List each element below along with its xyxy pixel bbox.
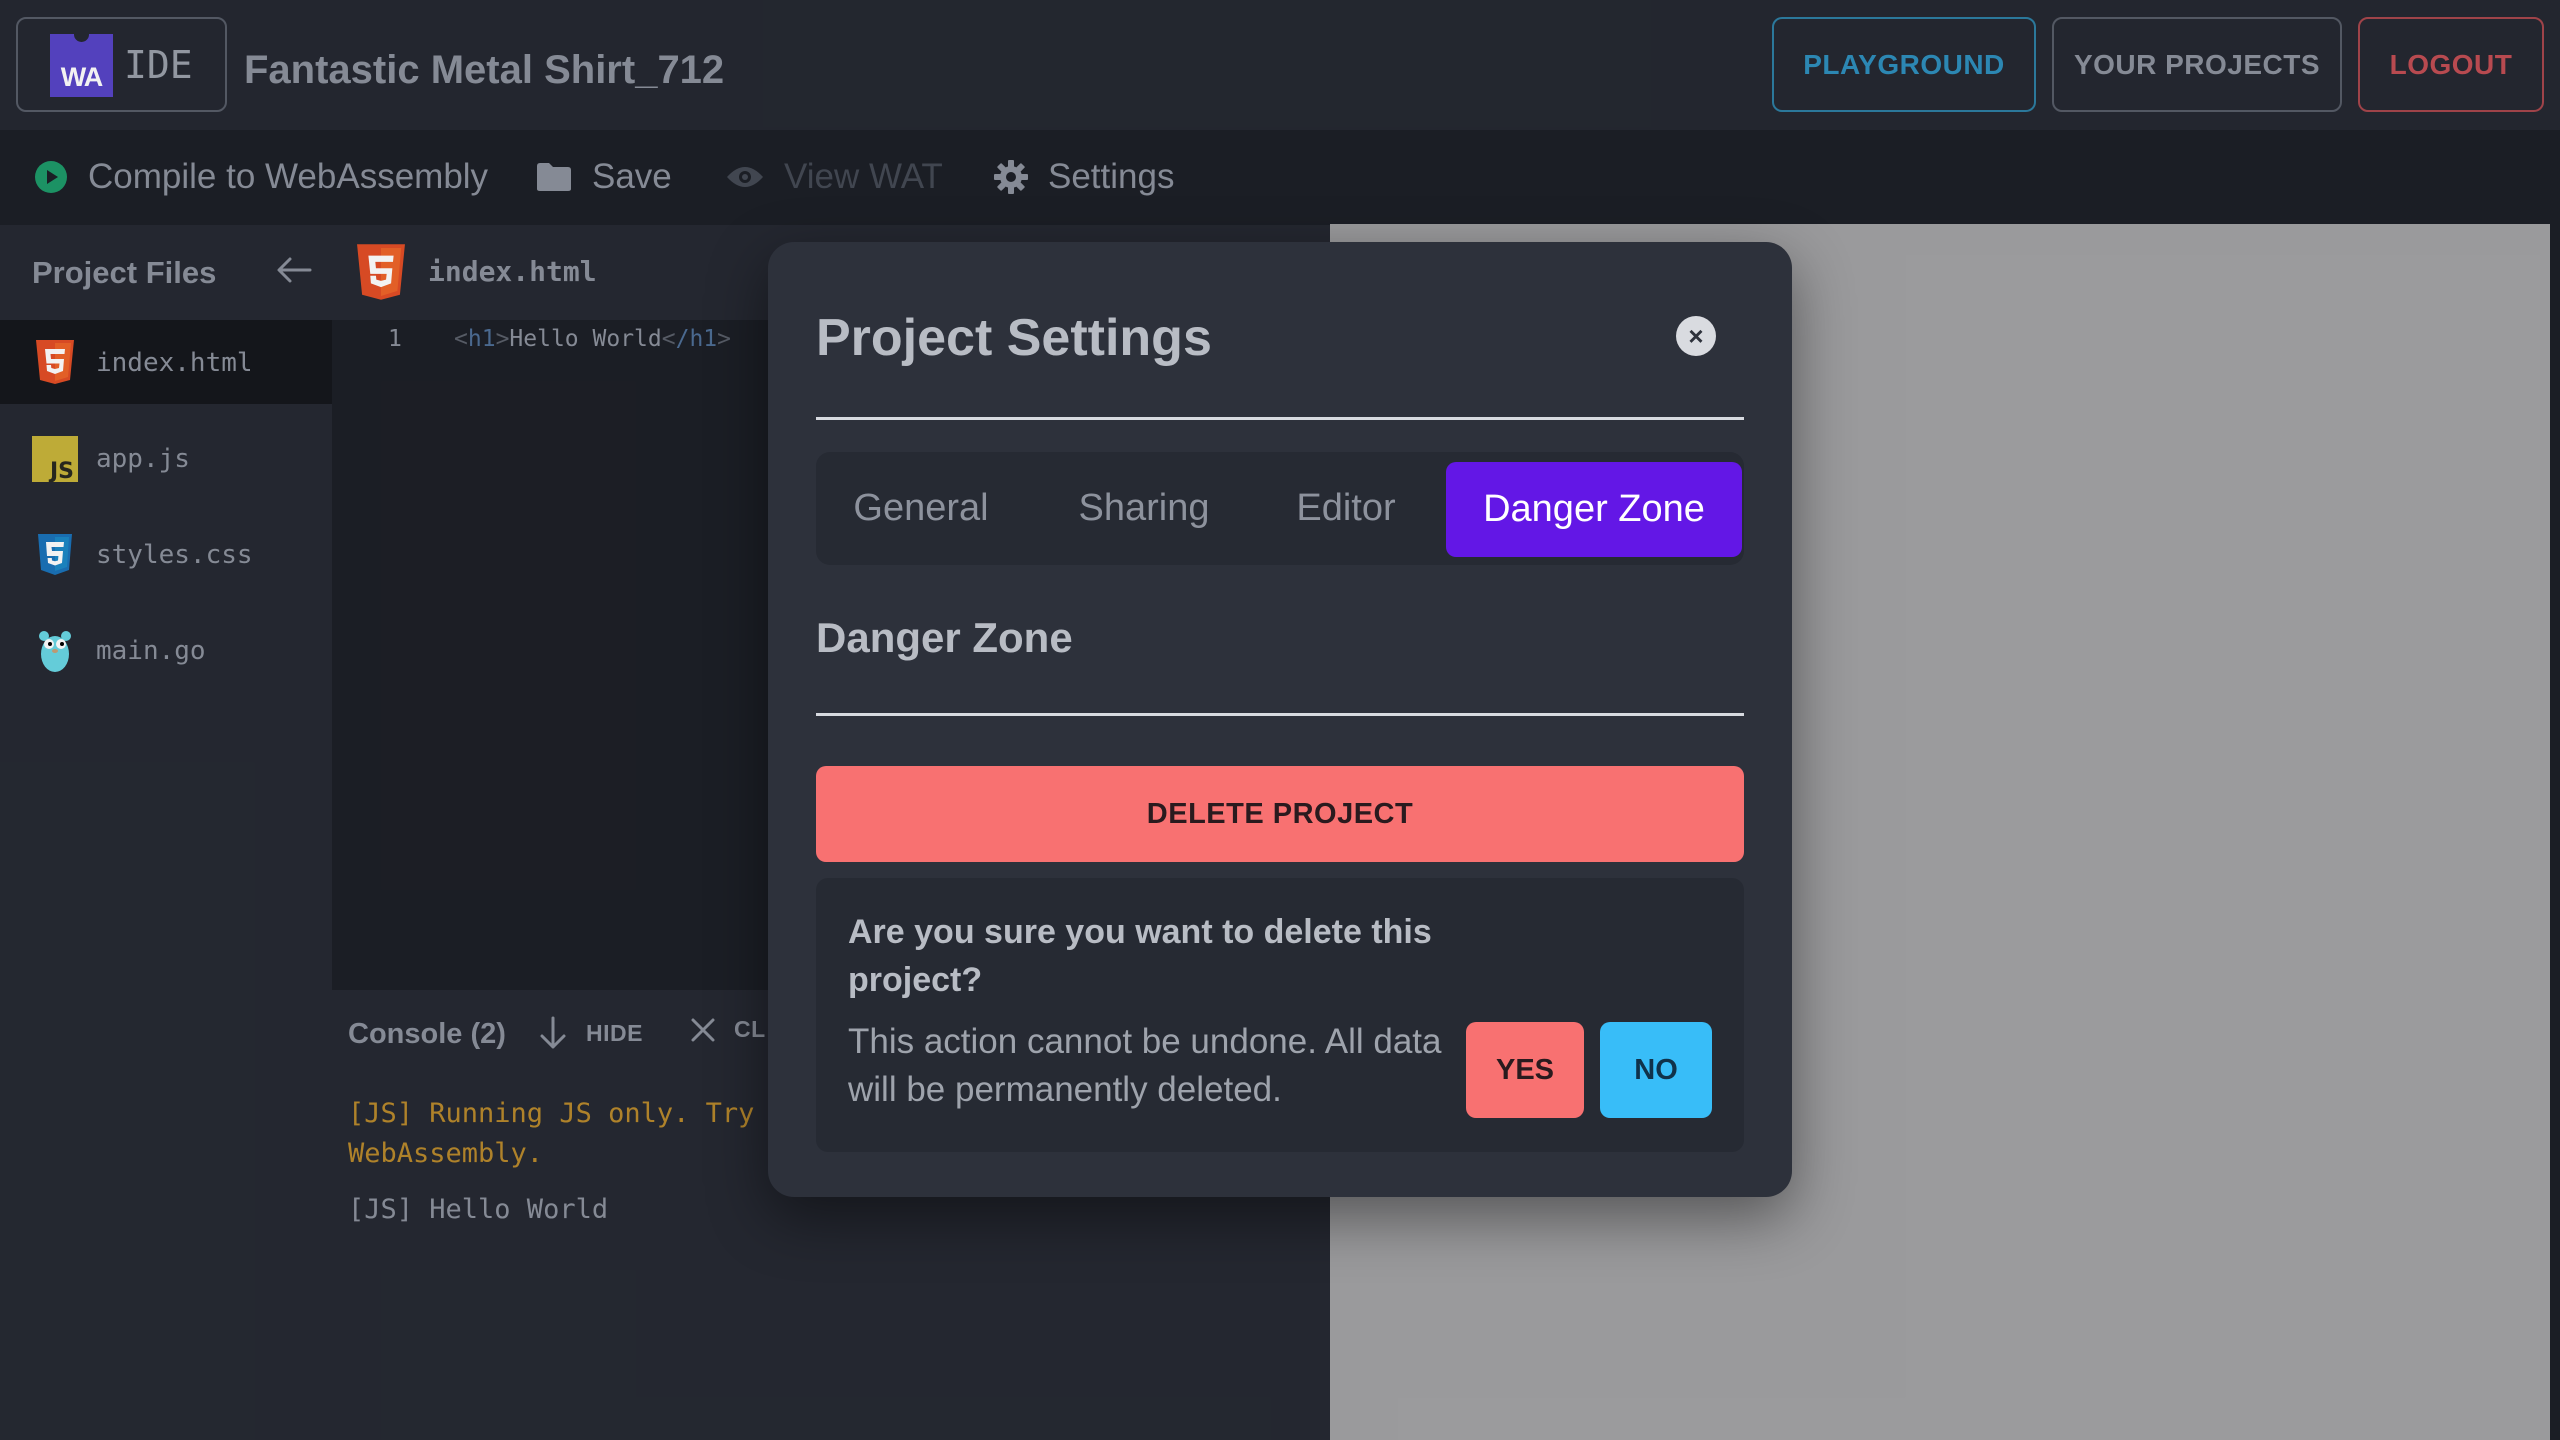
section-title: Danger Zone xyxy=(816,614,1073,661)
confirm-yes-button[interactable]: YES xyxy=(1466,1022,1584,1118)
confirm-no-button[interactable]: NO xyxy=(1600,1022,1712,1118)
divider xyxy=(816,713,1744,716)
close-icon[interactable]: × xyxy=(1676,316,1716,356)
modal-title: Project Settings xyxy=(816,309,1212,367)
tab-sharing[interactable]: Sharing xyxy=(1044,452,1244,565)
tab-danger-zone[interactable]: Danger Zone xyxy=(1446,462,1742,557)
delete-project-button[interactable]: DELETE PROJECT xyxy=(816,766,1744,862)
confirm-description: This action cannot be undone. All data w… xyxy=(848,1022,1442,1109)
tab-editor[interactable]: Editor xyxy=(1256,452,1436,565)
tab-general[interactable]: General xyxy=(816,452,1026,565)
settings-tabs: General Sharing Editor Danger Zone xyxy=(816,452,1744,565)
delete-confirmation-box: Are you sure you want to delete this pro… xyxy=(816,878,1744,1152)
project-settings-modal: Project Settings × General Sharing Edito… xyxy=(768,242,1792,1197)
divider xyxy=(816,417,1744,420)
confirm-question: Are you sure you want to delete this pro… xyxy=(848,913,1432,999)
